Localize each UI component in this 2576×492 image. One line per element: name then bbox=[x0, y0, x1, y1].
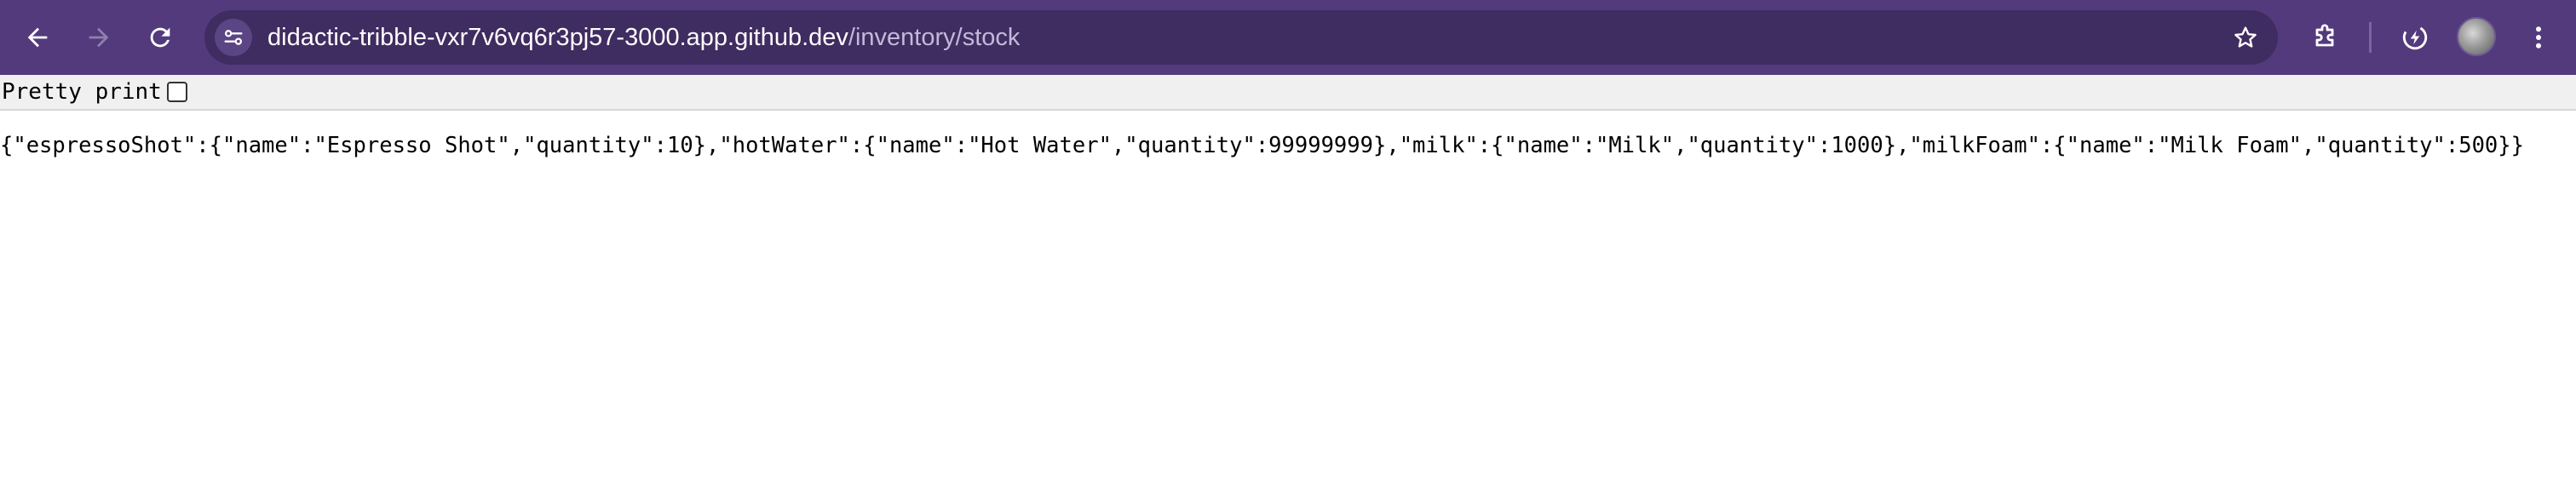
toolbar-divider bbox=[2369, 22, 2372, 53]
json-content: {"espressoShot":{"name":"Espresso Shot",… bbox=[0, 133, 2524, 158]
pretty-print-checkbox[interactable] bbox=[166, 82, 187, 102]
reload-button[interactable] bbox=[140, 17, 181, 58]
site-info-button[interactable] bbox=[215, 19, 252, 56]
menu-button[interactable] bbox=[2518, 17, 2559, 58]
forward-button[interactable] bbox=[78, 17, 119, 58]
three-dots-icon bbox=[2536, 26, 2541, 49]
star-icon bbox=[2234, 26, 2257, 48]
pretty-print-bar: Pretty print bbox=[0, 75, 2576, 111]
extensions-button[interactable] bbox=[2304, 17, 2345, 58]
performance-button[interactable] bbox=[2395, 17, 2435, 58]
bookmark-button[interactable] bbox=[2227, 19, 2264, 56]
reload-icon bbox=[150, 27, 170, 48]
lightning-icon bbox=[2402, 25, 2428, 50]
url-text[interactable]: didactic-tribble-vxr7v6vq6r3pj57-3000.ap… bbox=[267, 10, 1020, 65]
back-button[interactable] bbox=[17, 17, 58, 58]
avatar[interactable] bbox=[2457, 17, 2496, 56]
back-arrow-icon bbox=[27, 27, 48, 48]
browser-toolbar: didactic-tribble-vxr7v6vq6r3pj57-3000.ap… bbox=[0, 0, 2576, 75]
pretty-print-label: Pretty print bbox=[2, 79, 162, 105]
url-path: /inventory/stock bbox=[848, 24, 1021, 51]
forward-arrow-icon bbox=[89, 27, 109, 48]
address-bar[interactable]: didactic-tribble-vxr7v6vq6r3pj57-3000.ap… bbox=[204, 10, 2278, 65]
puzzle-icon bbox=[2315, 24, 2334, 47]
tune-icon bbox=[224, 30, 243, 45]
url-host: didactic-tribble-vxr7v6vq6r3pj57-3000.ap… bbox=[267, 24, 848, 51]
